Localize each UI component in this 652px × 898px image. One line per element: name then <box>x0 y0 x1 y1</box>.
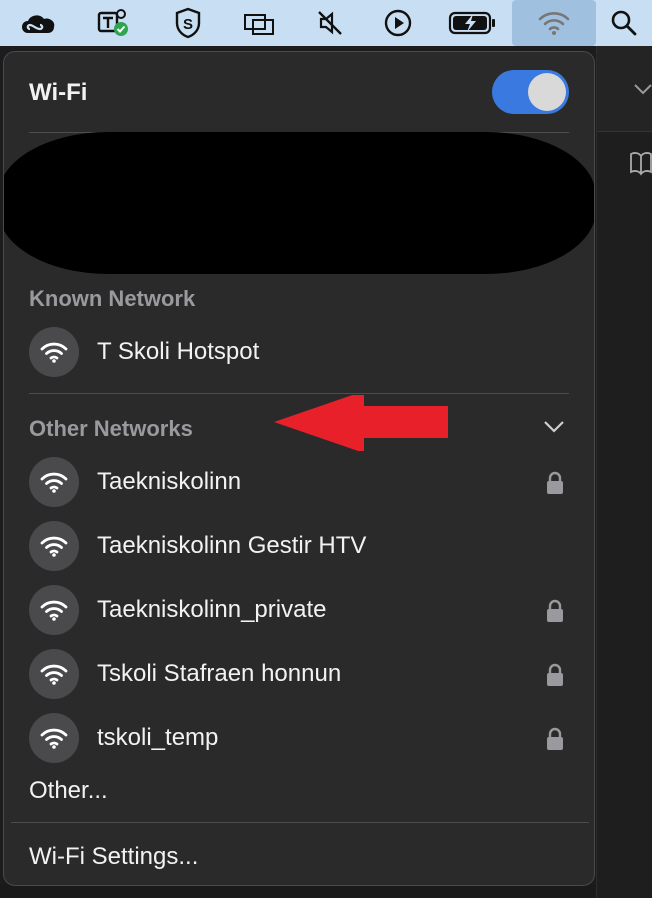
display-mirror-icon[interactable] <box>236 0 282 46</box>
known-network-label: Known Network <box>29 286 196 311</box>
play-icon[interactable] <box>378 0 418 46</box>
network-name: Taekniskolinn_private <box>97 596 327 623</box>
network-item[interactable]: Taekniskolinn_private <box>4 581 594 639</box>
red-arrow-annotation <box>274 395 448 451</box>
network-name: Tskoli Stafraen honnun <box>97 660 342 687</box>
background-window <box>596 46 652 898</box>
network-name: Taekniskolinn Gestir HTV <box>97 532 367 559</box>
lock-icon <box>547 663 563 686</box>
network-name: T Skoli Hotspot <box>97 338 260 365</box>
menu-bar: S <box>0 0 652 46</box>
lock-icon <box>547 727 563 750</box>
wifi-signal-icon <box>29 457 79 507</box>
book-icon[interactable] <box>629 150 652 176</box>
lock-icon <box>547 599 563 622</box>
wifi-settings-item[interactable]: Wi-Fi Settings... <box>29 843 198 871</box>
wifi-signal-icon <box>29 521 79 571</box>
background-toolbar <box>597 46 652 132</box>
wifi-signal-icon <box>29 713 79 763</box>
battery-charging-icon[interactable] <box>444 0 500 46</box>
network-name: tskoli_temp <box>97 724 219 751</box>
toggle-knob <box>528 73 566 111</box>
network-item[interactable]: Tskoli Stafraen honnun <box>4 645 594 703</box>
divider <box>11 822 589 823</box>
search-icon[interactable] <box>604 0 644 46</box>
chevron-down-icon[interactable] <box>633 82 652 96</box>
s-shield-icon[interactable]: S <box>168 0 208 46</box>
wifi-menu-panel: Wi-Fi Known Network T Skoli Hotspot Othe… <box>3 51 595 886</box>
divider <box>29 393 569 394</box>
svg-text:S: S <box>183 16 193 33</box>
creative-cloud-icon[interactable] <box>14 0 62 46</box>
other-network-item[interactable]: Other... <box>29 777 108 805</box>
chevron-down-icon[interactable] <box>542 418 566 434</box>
wifi-toggle[interactable] <box>492 70 569 114</box>
wifi-menu-icon[interactable] <box>512 0 596 46</box>
lock-icon <box>547 471 563 494</box>
network-item[interactable]: tskoli_temp <box>4 709 594 767</box>
wifi-signal-icon <box>29 585 79 635</box>
other-networks-label: Other Networks <box>29 416 193 441</box>
network-item[interactable]: Taekniskolinn Gestir HTV <box>4 517 594 575</box>
network-name: Taekniskolinn <box>97 468 242 495</box>
mute-icon[interactable] <box>310 0 350 46</box>
wifi-title: Wi-Fi <box>29 79 88 106</box>
teams-icon[interactable] <box>90 0 136 46</box>
wifi-signal-icon <box>29 649 79 699</box>
redacted-region <box>4 132 594 274</box>
network-item[interactable]: Taekniskolinn <box>4 453 594 511</box>
network-item[interactable]: T Skoli Hotspot <box>4 323 594 381</box>
background-bottom-strip <box>0 884 596 898</box>
wifi-signal-icon <box>29 327 79 377</box>
